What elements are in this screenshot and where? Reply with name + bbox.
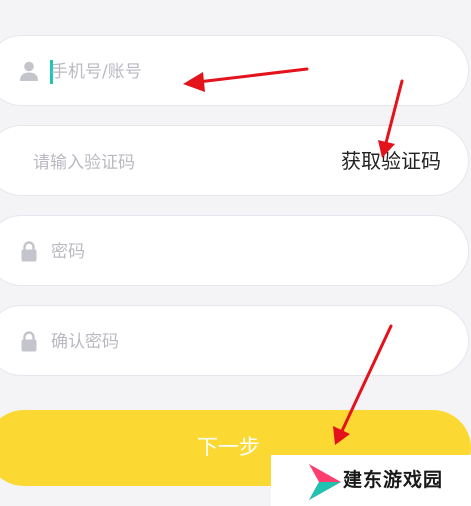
phone-account-placeholder: 手机号/账号: [51, 62, 142, 82]
confirm-password-field[interactable]: 确认密码: [0, 305, 469, 376]
lock-icon: [21, 331, 37, 352]
user-icon: [20, 61, 38, 81]
verification-code-placeholder: 请输入验证码: [33, 153, 135, 173]
password-field[interactable]: 密码: [0, 215, 469, 286]
watermark-logo: [309, 464, 341, 500]
get-verification-code-button[interactable]: 获取验证码: [341, 148, 441, 174]
verification-code-field[interactable]: 请输入验证码 获取验证码: [0, 125, 469, 196]
confirm-password-placeholder: 确认密码: [51, 332, 119, 352]
phone-account-field[interactable]: 手机号/账号: [0, 35, 469, 106]
watermark-text: 建东游戏园: [343, 469, 444, 491]
lock-icon: [21, 241, 37, 262]
next-step-label: 下一步: [197, 435, 260, 459]
watermark: 建东游戏园: [271, 455, 471, 506]
password-placeholder: 密码: [51, 242, 85, 262]
